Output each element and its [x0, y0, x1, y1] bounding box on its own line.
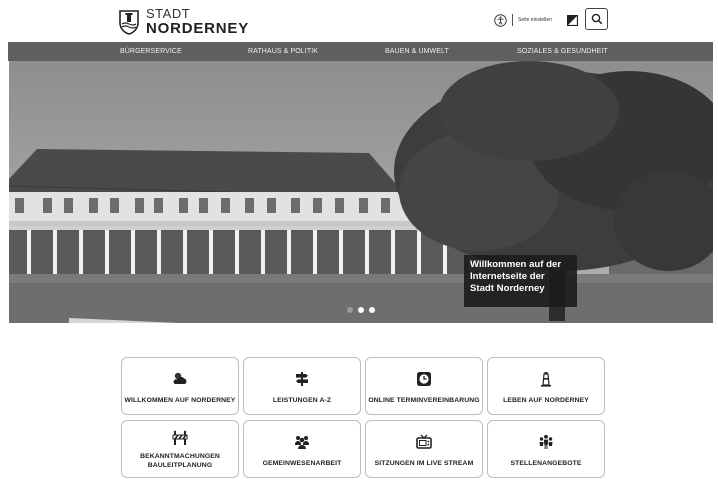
tile-bekanntmachungen[interactable]: BEKANNTMACHUNGEN BAULEITPLANUNG — [121, 420, 239, 478]
logo-line-2: NORDERNEY — [146, 20, 250, 37]
nav-item-buergerservice[interactable]: BÜRGERSERVICE — [120, 42, 182, 61]
site-logo[interactable]: STADT NORDERNEY — [118, 7, 249, 36]
tile-label: WILLKOMMEN AUF NORDERNEY — [124, 397, 236, 404]
slider-dot[interactable] — [358, 307, 364, 313]
tile-stellenangebote[interactable]: STELLENANGEBOTE — [487, 420, 605, 478]
slider-dot[interactable] — [369, 307, 375, 313]
slider-dot[interactable] — [347, 307, 353, 313]
nav-item-rathaus-politik[interactable]: RATHAUS & POLITIK — [248, 42, 318, 61]
tile-label: LEBEN AUF NORDERNEY — [503, 397, 589, 404]
tile-label: GEMEINWESENARBEIT — [262, 460, 342, 467]
tile-gemeinwesenarbeit[interactable]: GEMEINWESENARBEIT — [243, 420, 361, 478]
accessibility-icon[interactable] — [494, 13, 507, 27]
hero-caption-line: Internetseite der — [470, 271, 545, 282]
site-header: STADT NORDERNEY Seite einstellen — [0, 0, 718, 42]
tool-separator — [512, 14, 513, 26]
crest-icon — [119, 9, 139, 35]
tv-icon — [416, 434, 432, 449]
tile-label: LEISTUNGEN A-Z — [272, 397, 332, 404]
search-button[interactable] — [585, 8, 608, 30]
quick-links: WILLKOMMEN AUF NORDERNEY LEISTUNGEN A-Z … — [121, 357, 606, 479]
tile-label-line: BEKANNTMACHUNGEN — [140, 453, 220, 460]
logo-line-1: STADT — [146, 6, 191, 21]
main-navigation: BÜRGERSERVICE RATHAUS & POLITIK BAUEN & … — [8, 42, 713, 61]
clock-icon — [417, 372, 431, 386]
people-icon — [539, 434, 553, 449]
hero-slider[interactable]: Willkommen auf der Internetseite der Sta… — [9, 61, 713, 323]
nav-item-soziales-gesundheit[interactable]: SOZIALES & GESUNDHEIT — [517, 42, 608, 61]
tile-leistungen[interactable]: LEISTUNGEN A-Z — [243, 357, 361, 415]
construction-barrier-icon — [172, 430, 188, 445]
tile-label: SITZUNGEN IM LIVE STREAM — [374, 460, 474, 467]
tile-terminvereinbarung[interactable]: ONLINE TERMINVEREINBARUNG — [365, 357, 483, 415]
nav-item-bauen-umwelt[interactable]: BAUEN & UMWELT — [385, 42, 449, 61]
hero-image — [9, 61, 713, 323]
tile-willkommen[interactable]: WILLKOMMEN AUF NORDERNEY — [121, 357, 239, 415]
hero-caption-line: Willkommen auf der — [470, 259, 562, 270]
tile-leben[interactable]: LEBEN AUF NORDERNEY — [487, 357, 605, 415]
community-icon — [295, 436, 309, 449]
page-tools: Seite einstellen — [494, 10, 578, 30]
page-settings-link[interactable]: Seite einstellen — [518, 17, 552, 23]
weather-icon — [173, 372, 187, 384]
signpost-icon — [296, 372, 308, 386]
search-icon — [591, 13, 602, 25]
hero-caption-line: Stadt Norderney — [470, 283, 545, 294]
tile-label: BEKANNTMACHUNGEN BAULEITPLANUNG — [140, 452, 220, 470]
tile-label-line: BAULEITPLANUNG — [147, 462, 213, 469]
hero-caption: Willkommen auf der Internetseite der Sta… — [464, 255, 577, 307]
tile-label: STELLENANGEBOTE — [510, 460, 582, 467]
lighthouse-icon — [541, 372, 551, 387]
tile-label: ONLINE TERMINVEREINBARUNG — [368, 397, 480, 404]
tile-live-stream[interactable]: SITZUNGEN IM LIVE STREAM — [365, 420, 483, 478]
slider-dots — [347, 307, 380, 313]
contrast-icon[interactable] — [566, 14, 578, 26]
